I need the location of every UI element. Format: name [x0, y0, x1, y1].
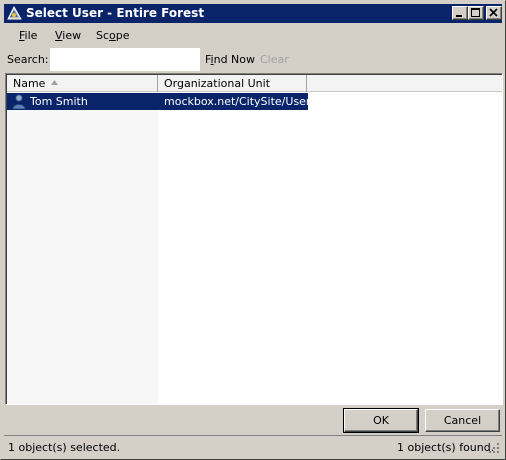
window-title: Select User - Entire Forest	[26, 6, 205, 20]
menu-view[interactable]: View	[55, 29, 81, 42]
resize-grip-icon[interactable]	[488, 442, 500, 454]
column-header-name[interactable]: Name	[7, 75, 158, 92]
ok-button[interactable]: OK	[343, 408, 419, 433]
minimize-button[interactable]	[452, 6, 468, 20]
maximize-icon	[471, 8, 480, 17]
sort-ascending-icon	[51, 80, 58, 85]
search-input[interactable]	[50, 48, 200, 71]
cancel-button[interactable]: Cancel	[425, 409, 500, 432]
status-found: 1 object(s) found.	[397, 441, 495, 454]
results-list[interactable]: Name Organizational Unit Tom Smith mockb…	[5, 73, 503, 405]
maximize-button[interactable]	[468, 6, 484, 20]
directory-search-icon	[7, 5, 22, 21]
close-button[interactable]	[486, 6, 502, 20]
menu-scope[interactable]: Scope	[96, 29, 130, 42]
search-bar: Search: Find Now Clear	[4, 48, 502, 72]
select-user-window: Select User - Entire Forest File View Sc…	[0, 0, 506, 460]
row-organizational-unit: mockbox.net/CitySite/Users	[164, 95, 317, 108]
user-icon	[12, 94, 26, 110]
clear-button[interactable]: Clear	[260, 53, 289, 66]
search-label: Search:	[7, 53, 49, 66]
row-name: Tom Smith	[30, 95, 88, 108]
column-header-organizational-unit[interactable]: Organizational Unit	[158, 75, 307, 92]
menu-bar: File View Scope	[4, 25, 502, 46]
sorted-column-highlight	[7, 92, 158, 404]
title-bar[interactable]: Select User - Entire Forest	[4, 4, 502, 23]
menu-file[interactable]: File	[19, 29, 37, 42]
status-selected: 1 object(s) selected.	[8, 441, 121, 454]
close-icon	[489, 8, 498, 17]
find-now-button[interactable]: Find Now	[205, 53, 255, 66]
list-item[interactable]: Tom Smith mockbox.net/CitySite/Users	[7, 93, 316, 110]
status-bar: 1 object(s) selected. 1 object(s) found.	[4, 435, 502, 456]
list-header: Name Organizational Unit	[7, 75, 502, 92]
minimize-icon	[456, 15, 462, 17]
